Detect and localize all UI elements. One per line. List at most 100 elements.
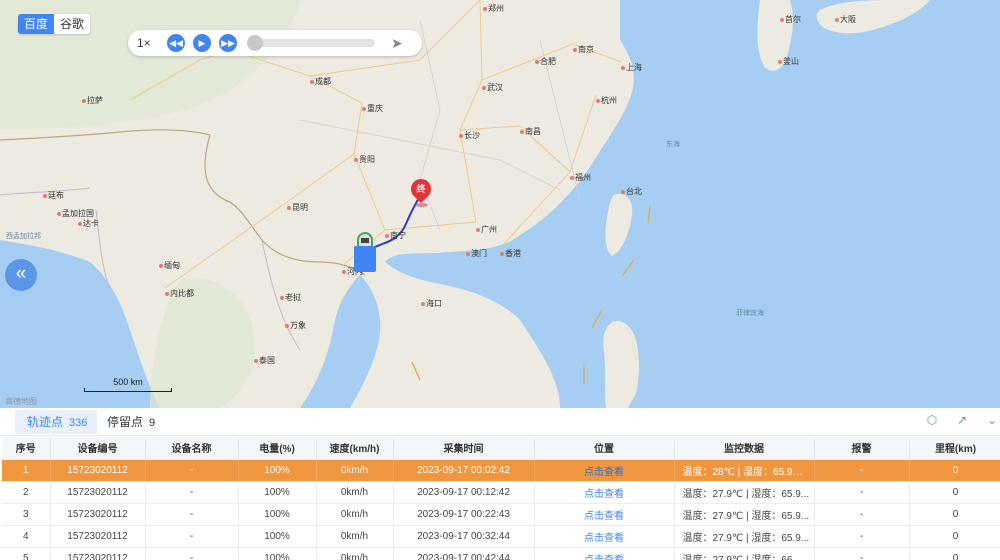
cell-device-name: - <box>145 525 239 548</box>
city-name: 首尔 <box>785 15 801 24</box>
city-label: 南京 <box>573 44 594 55</box>
tab-track-points-label: 轨迹点 <box>27 415 64 429</box>
cell-device-id: 15723020112 <box>50 459 146 482</box>
vehicle-cab <box>357 232 373 246</box>
city-name: 大阪 <box>840 15 856 24</box>
chevron-down-icon[interactable]: ⌄ <box>984 412 1000 428</box>
rewind-icon[interactable]: ◀◀ <box>167 34 185 52</box>
city-label: 首尔 <box>780 14 801 25</box>
table-row[interactable]: 3 15723020112-100% 0km/h 2023-09-17 00:22:4… <box>2 503 1000 526</box>
city-label: 广州 <box>476 224 497 235</box>
map-provider-tabs: 百度 谷歌 <box>18 14 91 34</box>
city-label: 廷布 <box>43 190 64 201</box>
tab-stop-points-label: 停留点 <box>107 415 144 429</box>
play-icon[interactable]: ▶ <box>193 34 211 52</box>
cell-location[interactable]: 点击查看 <box>534 481 675 504</box>
end-marker[interactable]: 终 <box>406 174 436 207</box>
city-label: 泰国 <box>254 355 275 366</box>
cell-location[interactable]: 点击查看 <box>534 459 675 482</box>
col-speed: 速度(km/h) <box>316 437 394 460</box>
map-canvas[interactable]: 郑州 南京 合肥 上海 成都 武汉 杭州 重庆 拉萨 长沙 南昌 贵阳 福州 台北 廷布 孟加拉国 达卡 昆明 南宁… <box>0 0 1000 408</box>
city-name: 南京 <box>578 45 594 54</box>
table-row[interactable]: 1 15723020112-100% 0km/h 2023-09-17 00:02:4… <box>2 459 1000 482</box>
city-name: 重庆 <box>367 104 383 113</box>
city-label: 台北 <box>621 186 642 197</box>
cell-location[interactable]: 点击查看 <box>534 547 675 560</box>
city-name: 缅甸 <box>164 261 180 270</box>
col-device-id: 设备编号 <box>50 437 146 460</box>
city-name: 海口 <box>426 299 442 308</box>
cell-time: 2023-09-17 00:12:42 <box>393 481 535 504</box>
fast-forward-icon[interactable]: ▶▶ <box>219 34 237 52</box>
cell-battery: 100% <box>238 459 317 482</box>
col-alarm: 报警 <box>814 437 910 460</box>
cell-location[interactable]: 点击查看 <box>534 525 675 548</box>
settings-icon[interactable]: ⬡ <box>924 412 940 428</box>
end-marker-shadow <box>416 203 428 207</box>
table-row[interactable]: 2 15723020112-100% 0km/h 2023-09-17 00:12:4… <box>2 481 1000 504</box>
table-row[interactable]: 4 15723020112-100% 0km/h 2023-09-17 00:32:4… <box>2 525 1000 548</box>
cell-mileage: 0 <box>909 525 1000 548</box>
city-name: 香港 <box>505 249 521 258</box>
cell-index: 2 <box>2 481 51 504</box>
playback-control: 1× ◀◀ ▶ ▶▶ ➤ <box>128 30 422 56</box>
cell-index: 1 <box>2 459 51 482</box>
collapse-sidebar-button[interactable]: « <box>5 259 37 291</box>
city-label: 达卡 <box>78 218 99 229</box>
provider-tab-google[interactable]: 谷歌 <box>54 14 90 34</box>
cell-mileage: 0 <box>909 547 1000 560</box>
city-label: 重庆 <box>362 103 383 114</box>
city-label: 合肥 <box>535 56 556 67</box>
vehicle-marker[interactable] <box>354 232 376 272</box>
cell-index: 3 <box>2 503 51 526</box>
end-marker-label: 终 <box>416 184 426 194</box>
cell-device-id: 15723020112 <box>50 481 146 504</box>
city-name: 拉萨 <box>87 96 103 105</box>
city-label: 万象 <box>285 320 306 331</box>
export-icon[interactable]: ↗ <box>954 412 970 428</box>
provider-tab-baidu[interactable]: 百度 <box>18 14 55 34</box>
city-label: 杭州 <box>596 95 617 106</box>
city-label: 昆明 <box>287 202 308 213</box>
tab-track-points[interactable]: 轨迹点 336 <box>15 410 97 434</box>
city-label: 内比都 <box>165 288 194 299</box>
city-label: 武汉 <box>482 82 503 93</box>
city-name: 澳门 <box>471 249 487 258</box>
city-name: 万象 <box>290 321 306 330</box>
cell-time: 2023-09-17 00:42:44 <box>393 547 535 560</box>
sea-label: 菲律宾海 <box>736 310 764 317</box>
col-location: 位置 <box>534 437 675 460</box>
city-name: 杭州 <box>601 96 617 105</box>
tab-stop-points[interactable]: 停留点 9 <box>107 410 155 434</box>
playback-progress-knob[interactable] <box>247 35 263 51</box>
scale-line <box>84 388 172 392</box>
cell-device-id: 15723020112 <box>50 525 146 548</box>
cell-mileage: 0 <box>909 459 1000 482</box>
cell-device-name: - <box>145 503 239 526</box>
playback-progress-track[interactable] <box>247 35 375 51</box>
cell-location[interactable]: 点击查看 <box>534 503 675 526</box>
city-label: 郑州 <box>483 3 504 14</box>
cell-time: 2023-09-17 00:02:42 <box>393 459 535 482</box>
scale-bar: 500 km <box>84 377 172 392</box>
cell-monitor: 温度：27.9℃ | 湿度：65.9... <box>674 525 815 548</box>
city-label: 澳门 <box>466 248 487 259</box>
cell-device-name: - <box>145 481 239 504</box>
cell-battery: 100% <box>238 525 317 548</box>
sea-label: 东海 <box>666 141 680 148</box>
map-copyright: 高德地图 <box>5 397 37 406</box>
city-name: 南昌 <box>525 127 541 136</box>
city-label: 南宁 <box>385 230 406 241</box>
cell-device-name: - <box>145 459 239 482</box>
cell-time: 2023-09-17 00:32:44 <box>393 525 535 548</box>
track-table: 序号 设备编号 设备名称 电量(%) 速度(km/h) 采集时间 位置 监控数据… <box>2 437 1000 560</box>
city-name: 老挝 <box>285 293 301 302</box>
table-row[interactable]: 5 15723020112-100% 0km/h 2023-09-17 00:42:4… <box>2 547 1000 560</box>
playback-speed[interactable]: 1× <box>137 36 167 50</box>
navigation-arrow-icon[interactable]: ➤ <box>391 35 403 52</box>
city-label: 成都 <box>310 76 331 87</box>
cell-index: 4 <box>2 525 51 548</box>
city-label: 香港 <box>500 248 521 259</box>
panel-tools: ⬡ ↗ ⌄ <box>910 412 1000 428</box>
col-index: 序号 <box>2 437 51 460</box>
